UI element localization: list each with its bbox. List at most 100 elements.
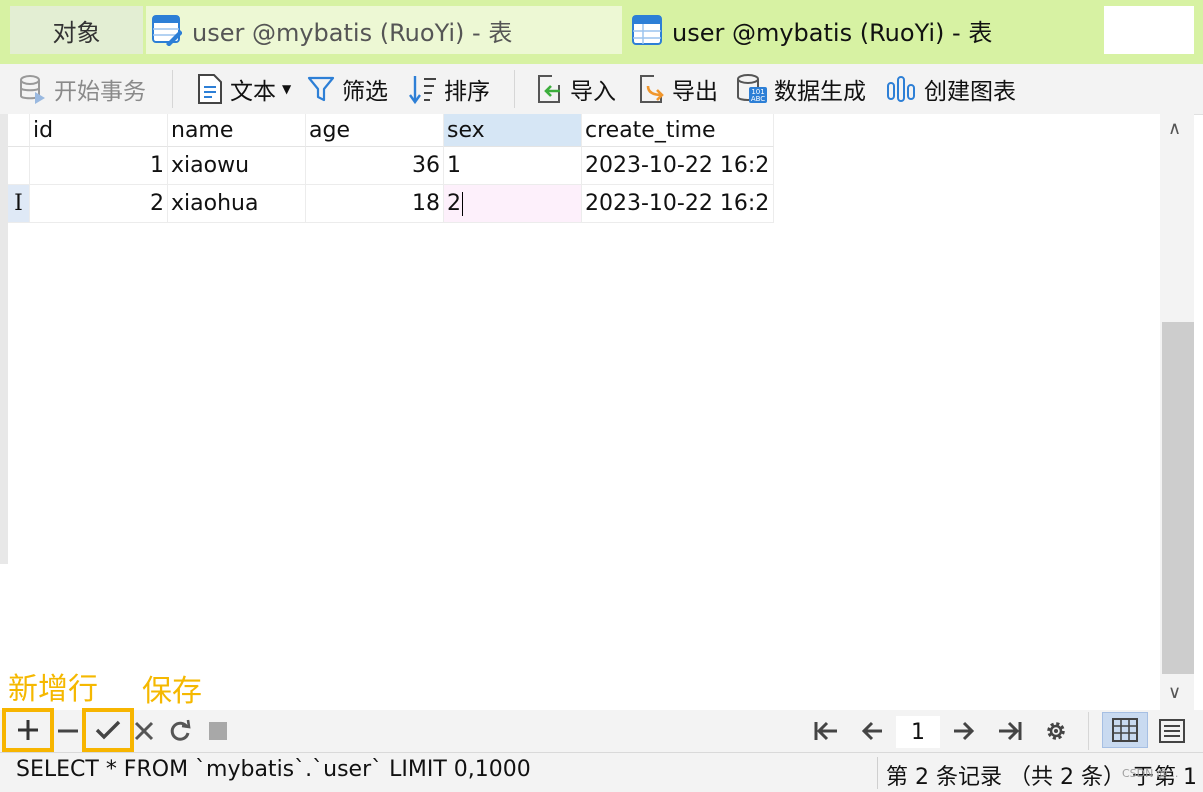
row-header[interactable] bbox=[8, 147, 30, 185]
import-label: 导入 bbox=[570, 79, 616, 105]
sort-label: 排序 bbox=[444, 79, 490, 105]
table-cell-sex[interactable]: 1 bbox=[444, 147, 582, 185]
minus-icon bbox=[58, 729, 78, 733]
tab-user-table-1-label: user @mybatis (RuoYi) - 表 bbox=[192, 18, 513, 47]
row-header-active[interactable]: I bbox=[8, 185, 30, 223]
document-icon bbox=[198, 74, 222, 104]
column-header-sex[interactable]: sex bbox=[444, 114, 582, 147]
close-icon bbox=[134, 721, 154, 741]
text-button[interactable]: 文本 ▼ bbox=[196, 72, 291, 106]
annotation-save: 保存 bbox=[142, 674, 202, 709]
cell-edit-value: 2 bbox=[447, 191, 461, 216]
form-view-button[interactable] bbox=[1154, 716, 1190, 746]
scrollbar-thumb[interactable] bbox=[1162, 322, 1194, 674]
dropdown-arrow-icon: ▼ bbox=[282, 82, 292, 96]
export-label: 导出 bbox=[672, 79, 718, 105]
export-button[interactable]: 导出 bbox=[636, 72, 718, 106]
arrow-right-icon bbox=[954, 721, 975, 741]
page-number-input[interactable]: 1 bbox=[896, 716, 940, 748]
table-cell-create-time[interactable]: 2023-10-22 16:2 bbox=[582, 185, 774, 223]
table-cell-name[interactable]: xiaowu bbox=[168, 147, 306, 185]
row-header-corner bbox=[8, 114, 30, 147]
tab-blank bbox=[1104, 6, 1194, 54]
begin-transaction-button[interactable]: 开始事务 bbox=[18, 72, 146, 106]
tab-user-table-2-label: user @mybatis (RuoYi) - 表 bbox=[672, 18, 993, 47]
form-view-icon bbox=[1159, 719, 1185, 743]
filter-icon bbox=[307, 76, 335, 102]
stop-button[interactable] bbox=[202, 716, 234, 746]
sql-query-text: SELECT * FROM `mybatis`.`user` LIMIT 0,1… bbox=[16, 757, 531, 782]
scroll-down-icon[interactable]: ∨ bbox=[1168, 682, 1181, 703]
begin-transaction-label: 开始事务 bbox=[54, 79, 146, 105]
create-chart-label: 创建图表 bbox=[924, 79, 1016, 105]
export-icon bbox=[640, 75, 664, 103]
tab-objects-label: 对象 bbox=[52, 18, 101, 47]
table-cell-sex-editing[interactable]: 2 bbox=[444, 185, 582, 223]
table-cell-age[interactable]: 18 bbox=[306, 185, 444, 223]
import-icon bbox=[538, 75, 560, 103]
status-bar: SELECT * FROM `mybatis`.`user` LIMIT 0,1… bbox=[0, 752, 1203, 792]
tab-bar: 对象 user @mybatis (RuoYi) - 表 user @mybat… bbox=[0, 0, 1203, 64]
last-page-button[interactable] bbox=[994, 716, 1026, 746]
table-icon bbox=[632, 14, 662, 46]
table-cell-id[interactable]: 1 bbox=[30, 147, 168, 185]
tab-user-table-1[interactable]: user @mybatis (RuoYi) - 表 bbox=[146, 6, 622, 54]
toolbar-divider bbox=[1088, 712, 1089, 750]
left-gutter bbox=[0, 114, 8, 564]
next-page-button[interactable] bbox=[948, 716, 980, 746]
column-header-id[interactable]: id bbox=[30, 114, 168, 147]
add-row-button[interactable] bbox=[2, 708, 54, 752]
filter-button[interactable]: 筛选 bbox=[306, 72, 388, 106]
sort-button[interactable]: 排序 bbox=[408, 72, 490, 106]
status-divider bbox=[877, 757, 878, 789]
filter-label: 筛选 bbox=[342, 79, 388, 105]
sort-icon bbox=[409, 76, 436, 105]
watermark: CSDN @... bbox=[1122, 767, 1179, 780]
column-header-name[interactable]: name bbox=[168, 114, 306, 147]
tab-user-table-2[interactable]: user @mybatis (RuoYi) - 表 bbox=[624, 6, 1102, 54]
toolbar-divider bbox=[172, 70, 173, 108]
discard-changes-button[interactable] bbox=[128, 716, 160, 746]
refresh-icon bbox=[170, 719, 191, 741]
text-cursor-marker: I bbox=[14, 191, 23, 216]
toolbar: 开始事务 文本 ▼ 筛选 排序 导入 导出 101 ABC 数据生成 创建图表 bbox=[0, 64, 1203, 115]
last-page-icon bbox=[999, 721, 1022, 741]
toolbar-divider bbox=[514, 70, 515, 108]
grid-view-icon bbox=[1112, 718, 1138, 742]
data-generation-icon: 101 ABC bbox=[737, 74, 767, 103]
import-button[interactable]: 导入 bbox=[534, 72, 616, 106]
first-page-icon bbox=[814, 721, 837, 741]
table-cell-age[interactable]: 36 bbox=[306, 147, 444, 185]
table-edit-icon bbox=[152, 14, 183, 47]
svg-text:ABC: ABC bbox=[751, 95, 765, 103]
data-generation-label: 数据生成 bbox=[774, 79, 866, 105]
table-cell-name[interactable]: xiaohua bbox=[168, 185, 306, 223]
first-page-button[interactable] bbox=[810, 716, 842, 746]
column-header-create-time[interactable]: create_time bbox=[582, 114, 774, 147]
create-chart-button[interactable]: 创建图表 bbox=[886, 72, 1016, 106]
table-cell-id[interactable]: 2 bbox=[30, 185, 168, 223]
arrow-left-icon bbox=[861, 721, 882, 741]
text-caret bbox=[462, 191, 463, 216]
chart-icon bbox=[887, 76, 915, 102]
vertical-scrollbar[interactable]: ∧ ∨ bbox=[1160, 114, 1194, 710]
previous-page-button[interactable] bbox=[856, 716, 888, 746]
checkmark-icon bbox=[95, 720, 121, 740]
annotation-add-row: 新增行 bbox=[8, 672, 98, 707]
bottom-toolbar: 1 bbox=[0, 708, 1203, 752]
settings-button[interactable] bbox=[1040, 716, 1072, 746]
database-icon bbox=[20, 75, 45, 104]
grid-view-button[interactable] bbox=[1102, 712, 1148, 748]
text-label: 文本 bbox=[230, 79, 276, 105]
data-generation-button[interactable]: 101 ABC 数据生成 bbox=[736, 72, 866, 106]
save-button[interactable] bbox=[82, 708, 134, 752]
tab-objects[interactable]: 对象 bbox=[10, 6, 143, 54]
gear-icon bbox=[1047, 722, 1065, 740]
plus-icon bbox=[18, 720, 38, 740]
column-header-age[interactable]: age bbox=[306, 114, 444, 147]
delete-row-button[interactable] bbox=[52, 716, 84, 746]
scroll-up-icon[interactable]: ∧ bbox=[1168, 118, 1181, 139]
table-cell-create-time[interactable]: 2023-10-22 16:2 bbox=[582, 147, 774, 185]
data-grid: id name age sex create_time 1 xiaowu 36 … bbox=[8, 114, 1160, 710]
refresh-button[interactable] bbox=[164, 716, 196, 746]
